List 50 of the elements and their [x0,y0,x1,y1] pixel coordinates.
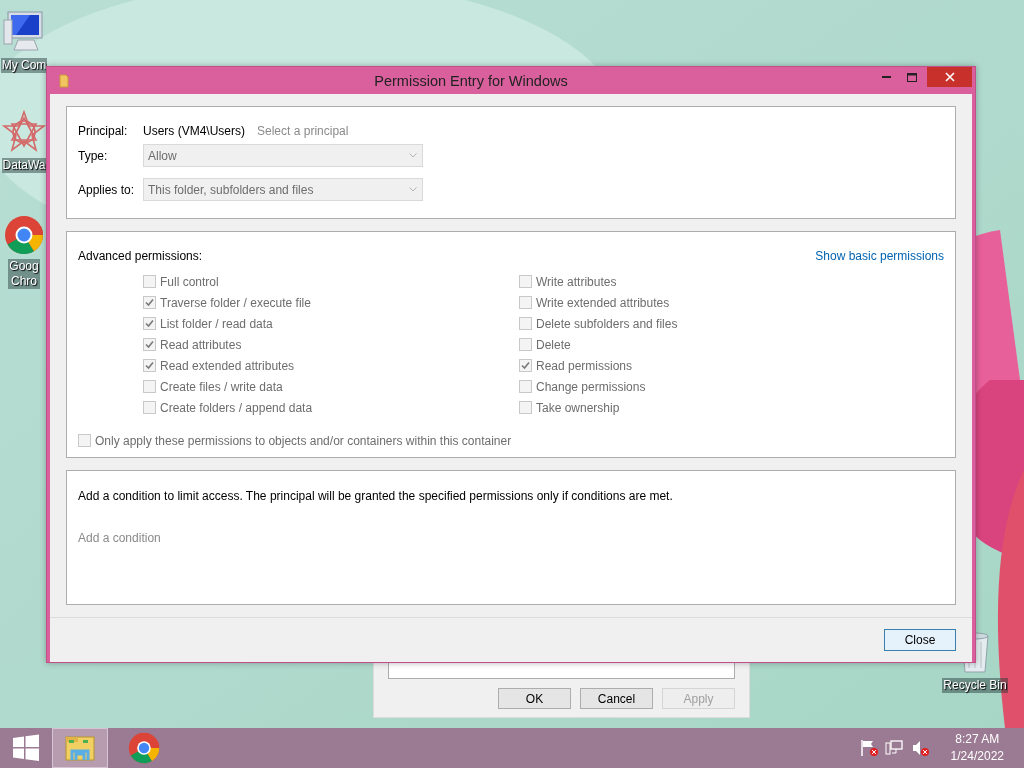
desktop-icon-label: My Com [0,58,48,73]
checkbox-label: Full control [160,274,219,289]
checkbox-label: Traverse folder / execute file [160,295,311,310]
star-icon[interactable] [2,110,46,154]
window-title: Permission Entry for Windows [373,72,569,89]
checkbox-label: Take ownership [536,400,620,415]
text-field[interactable] [388,663,735,679]
clock-time: 8:27 AM [955,731,1000,748]
taskbar-button[interactable] [52,728,108,768]
clock-date: 1/24/2022 [950,748,1004,765]
close-button[interactable] [927,67,972,87]
folder-icon[interactable] [64,734,96,762]
close-dialog-button[interactable]: Close [884,629,956,651]
field-label: Type: [78,148,109,163]
checkbox-label: Write attributes [536,274,617,289]
principal-name: Users (VM4\Users) [143,124,245,138]
chrome-icon[interactable] [128,732,160,764]
checkbox-label: Change permissions [536,379,646,394]
folder-icon [59,73,69,88]
close-icon [944,72,955,82]
computer-icon[interactable] [2,10,46,54]
checkbox-label: Only apply these permissions to objects and/or containers within this container [95,433,512,448]
caret-icon [409,153,417,158]
field-label: Principal: [78,124,129,138]
muted-speaker-icon[interactable] [910,739,931,757]
checkbox-label: Delete [536,337,571,352]
checkbox-label: Create files / write data [160,379,283,394]
checkbox-label: List folder / read data [160,316,273,331]
network-icon[interactable] [884,739,905,757]
link[interactable]: Show basic permissions [815,249,944,263]
checkbox-label: Write extended attributes [536,295,670,310]
flag-icon[interactable] [858,739,879,757]
checkbox-label: Delete subfolders and files [536,316,678,331]
caret-icon [409,187,417,192]
desktop-icon-label: Goog Chro [8,259,40,289]
dialog-button[interactable]: OK [498,688,571,709]
minimize-icon [881,76,891,78]
field-label: Applies to: [78,182,136,197]
desktop-icon-label: DataWa [1,158,47,173]
desktop-icon-label: Recycle Bin [942,678,1008,693]
checkbox-label: Read permissions [536,358,633,373]
checkbox-label: Create folders / append data [160,400,313,415]
condition-text: Add a condition to limit access. The principal will be granted the specified permissions only if conditions are met. [78,489,674,503]
maximize-icon [907,72,917,82]
chrome-icon[interactable] [4,215,44,255]
start-button[interactable] [12,734,40,762]
section-heading: Advanced permissions: [78,249,203,263]
checkbox-label: Read extended attributes [160,358,295,373]
dialog-button[interactable]: Cancel [580,688,653,709]
checkbox-label: Read attributes [160,337,242,352]
